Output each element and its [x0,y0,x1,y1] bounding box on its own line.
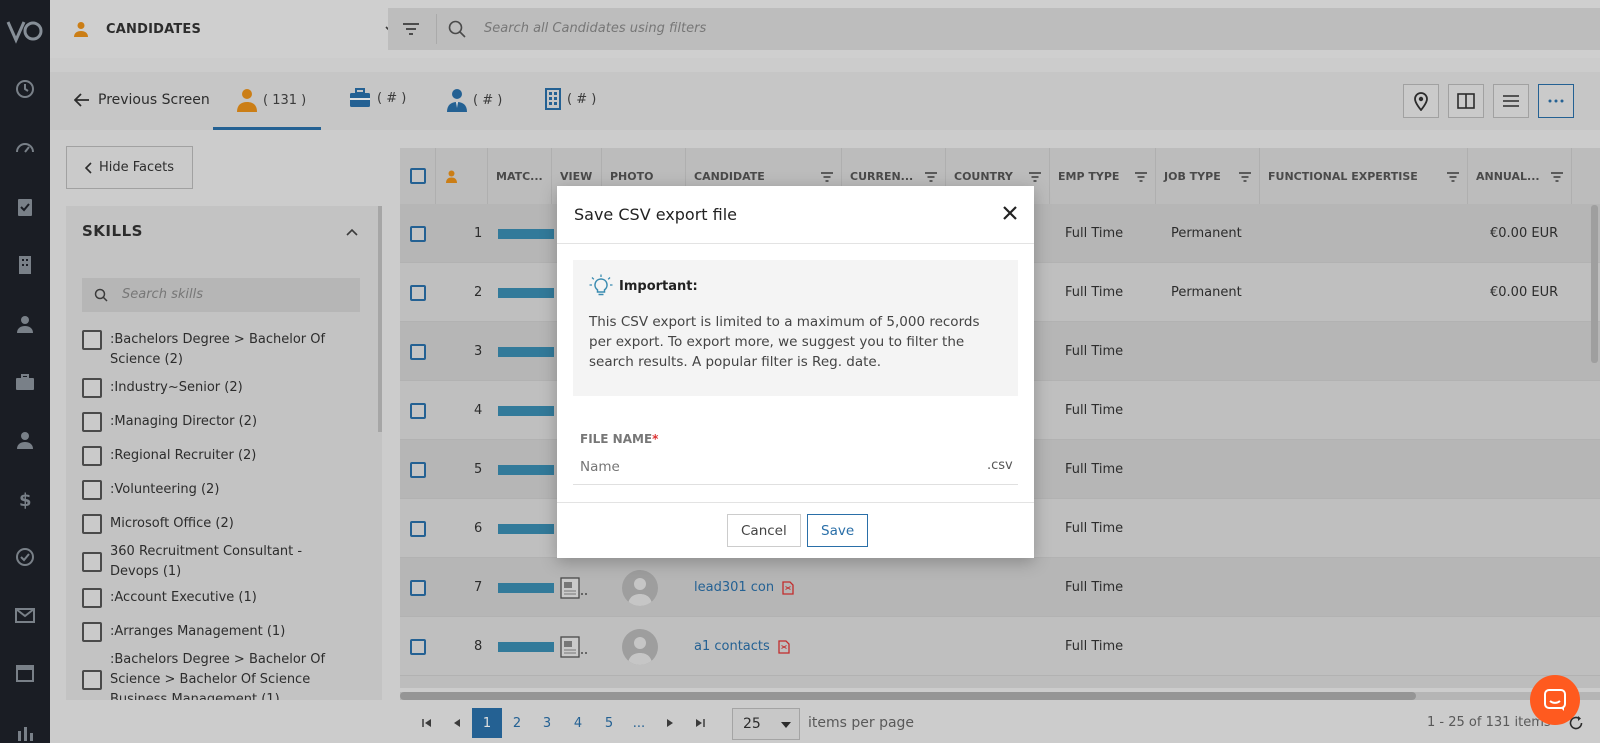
export-limit-message: This CSV export is limited to a maximum … [589,314,980,370]
lightbulb-icon [589,274,613,296]
input-underline [573,484,1018,485]
file-extension: .csv [987,458,1013,473]
file-name-input[interactable] [580,454,1010,480]
important-label: Important: [619,279,698,294]
chat-launcher-button[interactable] [1530,675,1580,725]
close-icon[interactable] [1003,206,1017,220]
chat-icon [1544,689,1566,711]
dialog-title: Save CSV export file [574,205,737,224]
cancel-button[interactable]: Cancel [727,514,801,547]
dialog-footer: Cancel Save [557,502,1034,558]
export-limit-notice: Important: This CSV export is limited to… [573,260,1018,396]
save-csv-export-dialog: Save CSV export file Important: This CSV… [557,186,1034,558]
dialog-header: Save CSV export file [557,186,1034,244]
required-mark: * [652,432,659,446]
save-button[interactable]: Save [807,514,869,547]
file-name-label: FILE NAME* [580,432,659,446]
